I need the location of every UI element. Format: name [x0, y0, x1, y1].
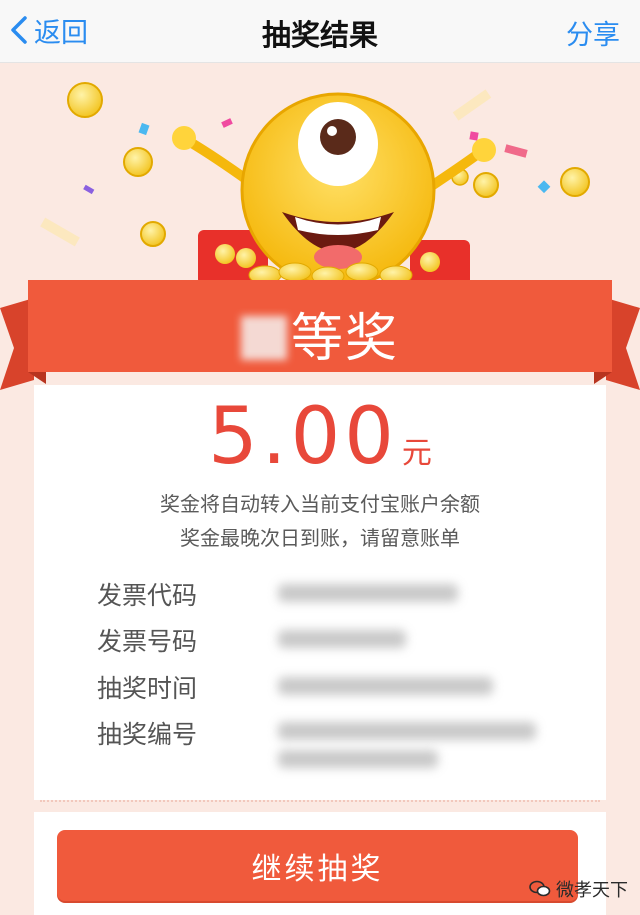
amount-unit: 元: [401, 436, 432, 471]
draw-number-label: 抽奖编号: [97, 720, 198, 749]
payout-note: 奖金将自动转入当前支付宝账户余额: [160, 492, 480, 516]
watermark-text: 微孝天下: [556, 880, 628, 901]
prize-level-title: 等奖: [0, 296, 640, 371]
prize-level-suffix: 等奖: [290, 309, 399, 369]
invoice-number-label: 发票号码: [97, 627, 198, 656]
draw-time-value-blurred: [278, 677, 493, 695]
arrival-note: 奖金最晚次日到账，请留意账单: [180, 526, 460, 550]
share-button[interactable]: 分享: [566, 13, 620, 52]
continue-draw-button[interactable]: 继续抽奖: [57, 830, 578, 901]
blurred-prize-rank: [240, 316, 287, 360]
watermark: 微孝天下: [529, 876, 628, 902]
invoice-code-value-blurred: [278, 584, 458, 602]
divider: [40, 800, 600, 802]
draw-time-label: 抽奖时间: [97, 674, 198, 703]
celebration-illustration: [0, 62, 640, 302]
page-title: 抽奖结果: [261, 18, 378, 52]
prize-amount: 5.00 元: [0, 392, 640, 482]
draw-number-value-blurred-line1: [278, 722, 536, 740]
wechat-icon: [529, 880, 551, 897]
amount-value: 5.00: [208, 392, 398, 482]
invoice-number-value-blurred: [278, 630, 406, 648]
mascot-face: [240, 92, 436, 288]
invoice-code-label: 发票代码: [97, 581, 198, 610]
draw-number-value-blurred-line2: [278, 750, 438, 768]
navigation-bar: 返回 抽奖结果 分享: [0, 0, 640, 63]
